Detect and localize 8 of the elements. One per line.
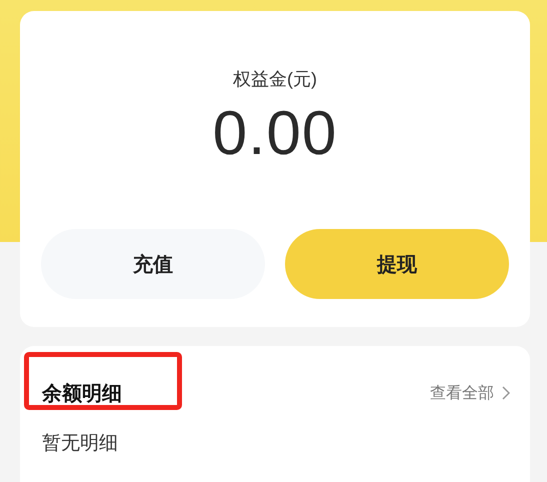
view-all-link[interactable]: 查看全部 [430, 382, 510, 404]
balance-label: 权益金(元) [233, 68, 317, 91]
details-title: 余额明细 [42, 382, 122, 406]
chevron-right-icon [502, 386, 510, 400]
recharge-button[interactable]: 充值 [41, 229, 265, 299]
withdraw-button[interactable]: 提现 [285, 229, 509, 299]
empty-message: 暂无明细 [42, 432, 119, 456]
balance-amount: 0.00 [212, 99, 338, 169]
